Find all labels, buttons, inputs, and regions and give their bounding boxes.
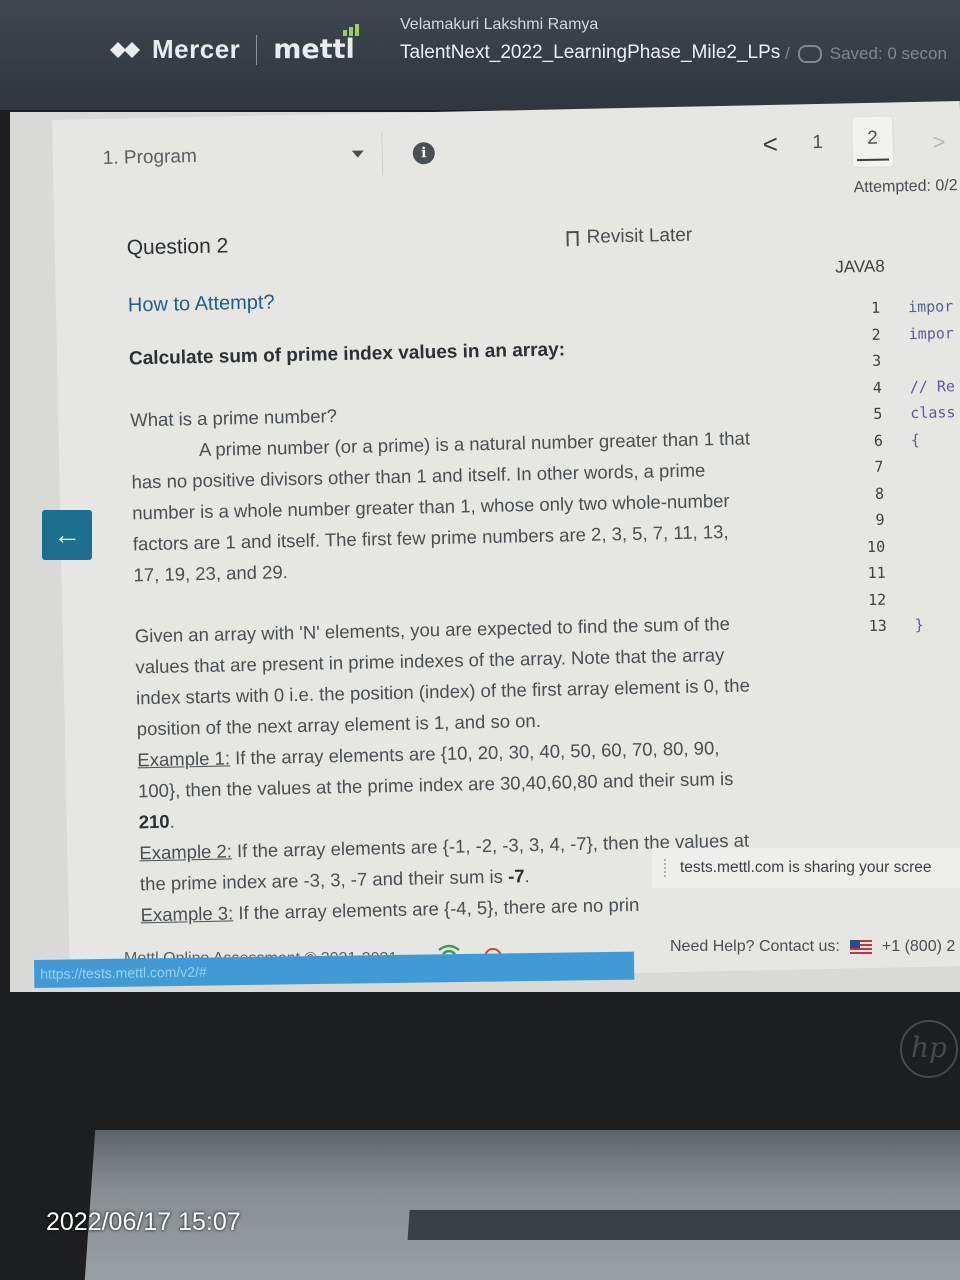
test-name: TalentNext_2022_LearningPhase_Mile2_LPs bbox=[400, 42, 780, 64]
help-text: Need Help? Contact us: bbox=[670, 938, 840, 955]
brand-mercer: Mercer bbox=[152, 34, 241, 64]
question-title: Question 2 bbox=[126, 234, 229, 260]
code-line: 6{ bbox=[819, 429, 960, 459]
us-flag-icon[interactable] bbox=[849, 940, 872, 954]
code-line: 12 bbox=[822, 588, 960, 618]
share-notice-text: tests.mettl.com is sharing your scree bbox=[680, 859, 932, 876]
line-number: 5 bbox=[873, 404, 883, 423]
how-to-attempt-link[interactable]: How to Attempt? bbox=[128, 291, 275, 317]
info-icon[interactable]: i bbox=[412, 141, 436, 165]
line-number: 3 bbox=[872, 351, 882, 370]
code-line: 8 bbox=[820, 482, 960, 512]
example-3-text: If the array elements are {-4, 5}, there… bbox=[232, 893, 640, 924]
line-number: 9 bbox=[875, 510, 885, 529]
candidate-name: Velamakuri Lakshmi Ramya bbox=[400, 16, 599, 33]
code-text: impor bbox=[907, 297, 954, 317]
help-phone[interactable]: +1 (800) 2 bbox=[882, 938, 955, 956]
line-number: 6 bbox=[873, 431, 884, 450]
code-line: 4 // Re bbox=[818, 376, 960, 406]
code-line: 2 impor bbox=[816, 323, 960, 353]
line-number: 4 bbox=[872, 378, 882, 397]
cloud-icon bbox=[797, 45, 822, 63]
prime-definition: A prime number (or a prime) is a natural… bbox=[131, 427, 751, 586]
brand-mettl: mettl bbox=[273, 24, 359, 65]
brand: Mercer mettl bbox=[108, 24, 359, 65]
code-line: 7 bbox=[819, 456, 960, 486]
caret-down-icon bbox=[351, 150, 364, 158]
screen-share-notice: tests.mettl.com is sharing your scree bbox=[652, 848, 960, 888]
mettl-bars-icon bbox=[342, 24, 359, 36]
breadcrumb-separator: / bbox=[785, 44, 790, 63]
hp-logo: hp bbox=[900, 1020, 958, 1078]
code-line: 5 class bbox=[818, 403, 960, 433]
mercer-logo-icon bbox=[108, 39, 142, 61]
example-1-label: Example 1: bbox=[137, 747, 231, 771]
example-1-result: 210 bbox=[138, 810, 170, 833]
line-number: 8 bbox=[874, 484, 885, 503]
section-label: 1. Program bbox=[102, 145, 197, 169]
question-area: Question 2 Revisit Later How to Attempt?… bbox=[126, 223, 766, 926]
code-text: impor bbox=[908, 323, 954, 343]
code-line: 1 impor bbox=[816, 297, 960, 327]
photo-timestamp: 2022/06/17 15:07 bbox=[46, 1208, 241, 1236]
section-dropdown[interactable]: 1. Program bbox=[92, 131, 384, 182]
prev-question-button[interactable]: < bbox=[762, 129, 778, 160]
bookmark-icon bbox=[566, 230, 579, 246]
line-number: 10 bbox=[866, 537, 886, 556]
question-toolbar: 1. Program i < 1 2 > bbox=[82, 113, 946, 185]
code-editor[interactable]: JAVA8 1 impor 2 impor 3 4// Re 5 class 6{ 7… bbox=[813, 179, 960, 882]
line-number: 13 bbox=[868, 616, 887, 636]
save-status: / Saved: 0 secon bbox=[785, 44, 947, 64]
code-line: 9 bbox=[820, 509, 960, 539]
code-lines[interactable]: 1 impor 2 impor 3 4// Re 5 class 6{ 7 8 9 1… bbox=[816, 297, 960, 645]
code-line: 11 bbox=[821, 562, 960, 592]
code-text: } bbox=[914, 615, 924, 635]
code-text: { bbox=[910, 430, 921, 449]
back-arrow-icon[interactable]: ← bbox=[42, 510, 92, 560]
line-number: 12 bbox=[867, 590, 887, 609]
question-number-1[interactable]: 1 bbox=[797, 132, 837, 155]
language-selector[interactable]: JAVA8 bbox=[835, 257, 885, 278]
app-header: Mercer mettl Velamakuri Lakshmi Ramya Ta… bbox=[0, 0, 960, 110]
question-heading: Calculate sum of prime index values in a… bbox=[128, 339, 566, 370]
brand-mettl-text: mettl bbox=[273, 34, 355, 65]
code-text: // Re bbox=[909, 376, 956, 396]
brand-divider bbox=[256, 34, 258, 65]
help-contact: Need Help? Contact us: +1 (800) 2 bbox=[670, 938, 955, 956]
revisit-later-button[interactable]: Revisit Later bbox=[566, 225, 692, 250]
example-2-label: Example 2: bbox=[139, 840, 233, 864]
save-status-text: Saved: 0 secon bbox=[829, 44, 947, 63]
laptop-body bbox=[84, 1130, 960, 1280]
laptop-hinge bbox=[407, 1210, 960, 1240]
example-1: Example 1: If the array elements are {10… bbox=[137, 737, 734, 833]
code-line: 13} bbox=[823, 615, 960, 645]
next-question-button[interactable]: > bbox=[932, 129, 945, 155]
line-number: 2 bbox=[871, 325, 881, 344]
task-description: Given an array with 'N' elements, you ar… bbox=[134, 612, 751, 740]
drag-grip-icon[interactable] bbox=[664, 859, 668, 877]
code-text: class bbox=[910, 403, 956, 423]
line-number: 7 bbox=[874, 457, 884, 476]
code-line: 3 bbox=[817, 350, 960, 380]
line-number: 11 bbox=[867, 563, 886, 583]
question-number-2[interactable]: 2 bbox=[852, 116, 894, 168]
example-3-label: Example 3: bbox=[140, 902, 234, 926]
test-title: TalentNext_2022_LearningPhase_Mile2_LPs bbox=[400, 42, 781, 63]
code-line: 10 bbox=[821, 535, 960, 565]
line-number: 1 bbox=[870, 298, 881, 317]
example-2-result: -7 bbox=[507, 865, 525, 887]
revisit-label: Revisit Later bbox=[586, 224, 693, 248]
